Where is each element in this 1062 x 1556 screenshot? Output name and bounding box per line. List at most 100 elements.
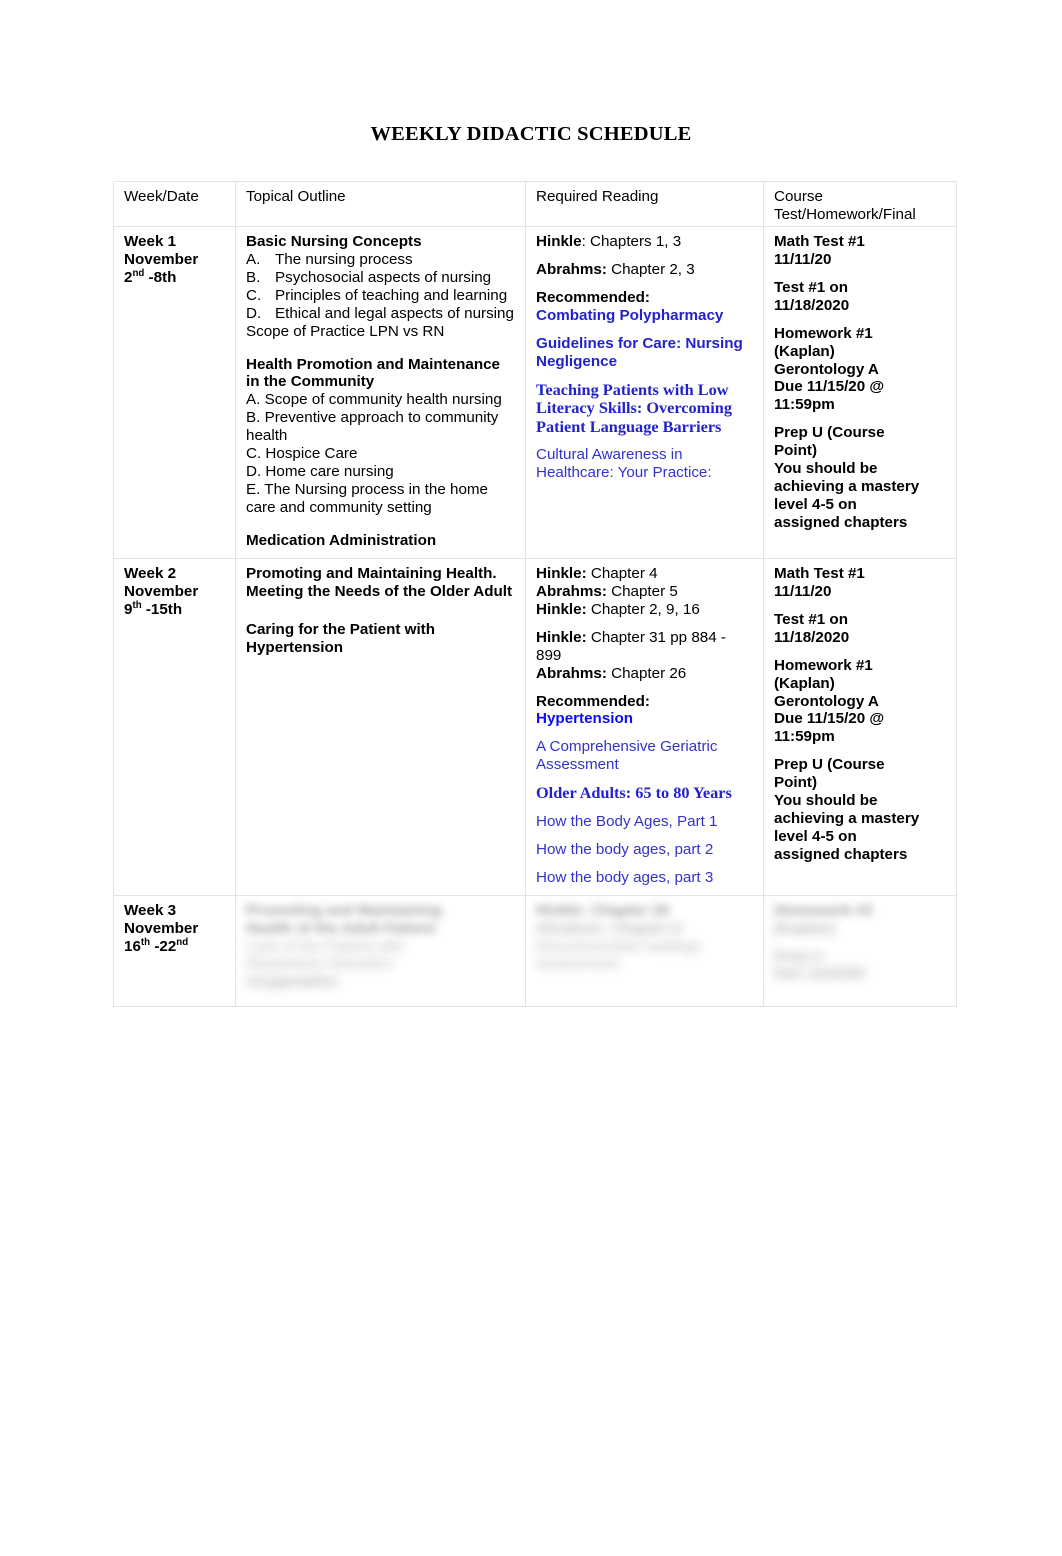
obscured-text: Assessment [536, 955, 619, 973]
course-prepu-line5: level 4-5 on [774, 496, 857, 514]
course-test1-line1: Test #1 on [774, 610, 848, 628]
reading-link-geriatric-assessment[interactable]: A Comprehensive Geriatric Assessment [536, 738, 755, 774]
week-range-1: 2nd -8th [124, 267, 177, 286]
topic-heading-medication-administration: Medication Administration [246, 531, 437, 549]
outline-item: B. Preventive approach to community heal… [246, 409, 499, 445]
course-prepu-line6: assigned chapters [774, 846, 908, 863]
course-homework-line3: Gerontology A [774, 360, 879, 378]
reading-line: Hinkle: Chapters 1, 3 [536, 232, 682, 250]
required-reading-cell-3: Hinkle: Chapter 20 Abrahms: Chapter 9 Re… [525, 894, 764, 1007]
reading-link-body-ages-part-2[interactable]: How the body ages, part 2 [536, 841, 755, 859]
document-page: WEEKLY DIDACTIC SCHEDULE Week/Date Topic… [0, 0, 1062, 1556]
week-label-1: Week 1 [124, 232, 177, 250]
outline-item: B. Psychosocial aspects of nursing [246, 268, 492, 286]
reading-line: Hinkle: Chapter 4 [536, 564, 658, 582]
reading-link-cultural-awareness[interactable]: Cultural Awareness in Healthcare: Your P… [536, 446, 755, 482]
course-homework-line5: 11:59pm [774, 728, 835, 746]
reading-link-body-ages-part-1[interactable]: How the Body Ages, Part 1 [536, 813, 755, 831]
reading-line: Abrahms: Chapter 26 [536, 664, 687, 682]
outline-item: D. Ethical and legal aspects of nursing [246, 304, 514, 322]
course-prepu-line6: assigned chapters [774, 514, 908, 531]
reading-link-hypertension[interactable]: Hypertension [536, 710, 755, 728]
course-homework-line2: (Kaplan) [774, 674, 835, 692]
table-header-row: Week/Date Topical Outline Required Readi… [113, 181, 957, 227]
course-prepu-line3: You should be [774, 792, 878, 810]
course-test1-line1: Test #1 on [774, 278, 848, 296]
obscured-text: Homework #2 [774, 901, 873, 919]
course-homework-line4: Due 11/15/20 @ [774, 378, 885, 396]
course-test-cell-2: Math Test #1 11/11/20 Test #1 on 11/18/2… [763, 557, 957, 896]
topic-heading-caring-hypertension: Caring for the Patient with Hypertension [246, 620, 436, 656]
course-homework-line3: Gerontology A [774, 692, 879, 710]
course-homework-line1: Homework #1 [774, 656, 873, 674]
week-date-cell-1: Week 1 November 2nd -8th [113, 225, 236, 559]
page-title: WEEKLY DIDACTIC SCHEDULE [370, 123, 692, 145]
reading-link-body-ages-part-3[interactable]: How the body ages, part 3 [536, 869, 755, 887]
week-range-2: 9th -15th [124, 599, 183, 618]
week-label-3: Week 3 [124, 901, 177, 919]
table-row-week-1: Week 1 November 2nd -8th Basic Nursing C… [113, 225, 957, 559]
course-test-cell-3: Homework #2 (Kaplan) Prep U Due 11/22/20 [763, 894, 957, 1007]
required-reading-cell-2: Hinkle: Chapter 4 Abrahms: Chapter 5 Hin… [525, 557, 764, 896]
outline-item: A. The nursing process [246, 250, 413, 268]
obscured-text: Recommended readings [536, 937, 702, 955]
reading-recommended-label-2: Recommended: [536, 692, 650, 710]
course-homework-line1: Homework #1 [774, 324, 873, 342]
topic-heading-basic-nursing-concepts: Basic Nursing Concepts [246, 232, 422, 250]
obscured-text: Prep U [774, 947, 823, 965]
reading-line: Hinkle: Chapter 2, 9, 16 [536, 600, 700, 618]
week-label-2: Week 2 [124, 564, 177, 582]
outline-item: A. Scope of community health nursing [246, 391, 502, 409]
course-homework-line5: 11:59pm [774, 396, 835, 414]
course-math-test-line2: 11/11/20 [774, 582, 832, 600]
course-prepu-line3: You should be [774, 460, 878, 478]
course-prepu-line4: achieving a mastery [774, 478, 920, 496]
obscured-text: Promoting and Maintaining [246, 901, 442, 919]
reading-link-combating-polypharmacy[interactable]: Combating Polypharmacy [536, 307, 755, 325]
reading-line: Abrahms: Chapter 2, 3 [536, 260, 695, 278]
column-header-week-date: Week/Date [113, 181, 236, 227]
course-prepu-line5: level 4-5 on [774, 828, 857, 846]
reading-link-guidelines-nursing-negligence[interactable]: Guidelines for Care: Nursing Negligence [536, 335, 755, 371]
course-prepu-line1: Prep U (Course [774, 756, 885, 774]
week-month-1: November [124, 250, 199, 268]
column-header-course-line2: Test/Homework/Final [774, 205, 916, 223]
course-math-test-line1: Math Test #1 [774, 564, 865, 582]
outline-item: C. Hospice Care [246, 445, 358, 463]
course-prepu-line2: Point) [774, 774, 818, 792]
obscured-text: Respiratory Disorders [246, 955, 393, 973]
reading-link-older-adults-65-80[interactable]: Older Adults: 65 to 80 Years [536, 784, 755, 803]
course-math-test-line1: Math Test #1 [774, 232, 865, 250]
course-prepu-line4: achieving a mastery [774, 810, 920, 828]
column-header-topical-outline: Topical Outline [235, 181, 526, 227]
course-math-test-line2: 11/11/20 [774, 250, 832, 268]
week-month-3: November [124, 919, 199, 937]
topical-outline-cell-2: Promoting and Maintaining Health. Meetin… [235, 557, 526, 896]
reading-link-teaching-low-literacy[interactable]: Teaching Patients with Low Literacy Skil… [536, 380, 755, 437]
obscured-text: Care of the Patient with [246, 937, 404, 955]
topic-heading-promoting-health-older-adult: Promoting and Maintaining Health. Meetin… [246, 564, 513, 600]
course-prepu-line2: Point) [774, 442, 818, 460]
outline-item: C. Principles of teaching and learning [246, 286, 508, 304]
course-homework-line4: Due 11/15/20 @ [774, 710, 885, 728]
reading-recommended-label: Recommended: [536, 288, 650, 306]
week-month-2: November [124, 582, 199, 600]
week-date-cell-2: Week 2 November 9th -15th [113, 557, 236, 896]
topical-outline-cell-1: Basic Nursing Concepts A. The nursing pro… [235, 225, 526, 559]
obscured-text: Oxygenation [246, 973, 338, 991]
reading-line: Abrahms: Chapter 5 [536, 582, 678, 600]
week-range-3: 16th -22nd [124, 936, 189, 955]
obscured-text: Abrahms: Chapter 9 [536, 919, 682, 937]
table-row-week-3: Week 3 November 16th -22nd Promoting and… [113, 894, 957, 1007]
column-header-required-reading: Required Reading [525, 181, 764, 227]
obscured-text: Health of the Adult Patient [246, 919, 436, 937]
outline-item: D. Home care nursing [246, 463, 394, 481]
course-test1-line2: 11/18/2020 [774, 296, 850, 314]
outline-item: E. The Nursing process in the home care … [246, 481, 488, 516]
course-homework-line2: (Kaplan) [774, 342, 835, 360]
obscured-text: Due 11/22/20 [774, 965, 866, 983]
column-header-course-test: Course Test/Homework/Final [763, 181, 957, 227]
reading-line: Hinkle: Chapter 31 pp 884 - 899 [536, 628, 726, 664]
course-test1-line2: 11/18/2020 [774, 628, 850, 646]
weekly-didactic-schedule-table: Week/Date Topical Outline Required Readi… [113, 181, 957, 1007]
